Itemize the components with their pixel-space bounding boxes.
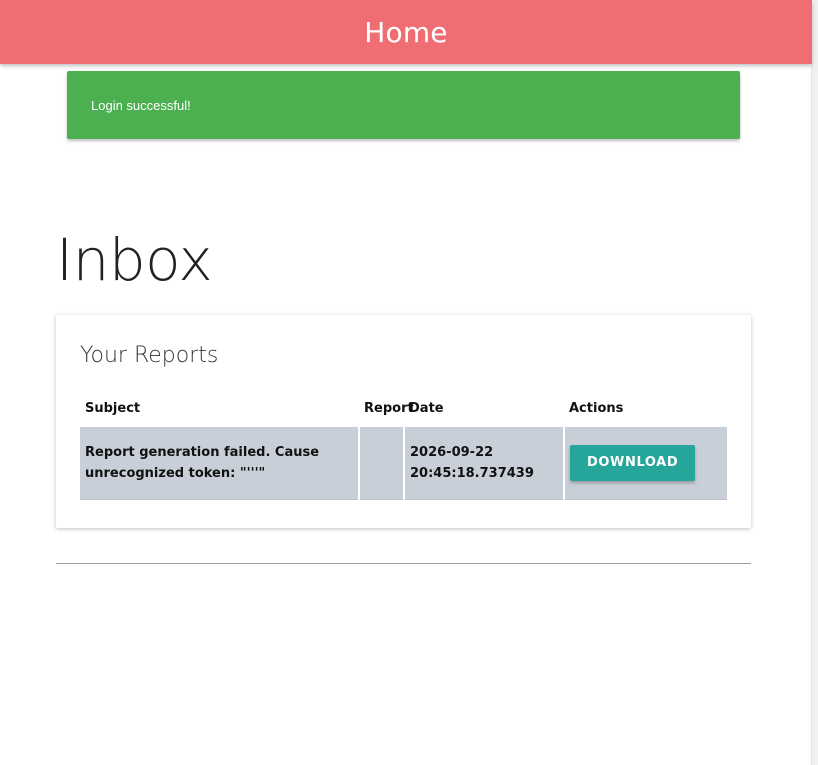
reports-table: Subject Report Date Actions Report gener…	[80, 389, 727, 500]
page-title: Inbox	[56, 226, 213, 294]
column-header-date: Date	[409, 400, 444, 416]
download-button[interactable]: DOWNLOAD	[570, 445, 696, 481]
table-row: Report generation failed. Cause unrecogn…	[80, 427, 727, 500]
home-link[interactable]: Home	[364, 16, 448, 49]
cell-subject: Report generation failed. Cause unrecogn…	[80, 427, 360, 500]
cell-actions: DOWNLOAD	[564, 427, 727, 500]
top-navbar: Home	[0, 0, 812, 64]
column-header-report: Report	[364, 400, 414, 416]
column-header-actions: Actions	[569, 400, 624, 416]
cell-report	[359, 427, 405, 500]
cell-date: 2026-09-22 20:45:18.737439	[404, 427, 565, 500]
date-value: 2026-09-22 20:45:18.737439	[410, 445, 534, 481]
success-toast: Login successful!	[67, 71, 740, 139]
divider	[56, 563, 751, 564]
column-header-subject: Subject	[85, 400, 141, 416]
page: Home Login successful! Inbox Your Report…	[0, 0, 818, 765]
scrollbar[interactable]	[811, 0, 818, 765]
toast-message: Login successful!	[91, 97, 191, 113]
card-title: Your Reports	[80, 343, 219, 368]
reports-card: Your Reports Subject Report Date Actions…	[56, 315, 751, 528]
table-header-row: Subject Report Date Actions	[80, 389, 727, 427]
